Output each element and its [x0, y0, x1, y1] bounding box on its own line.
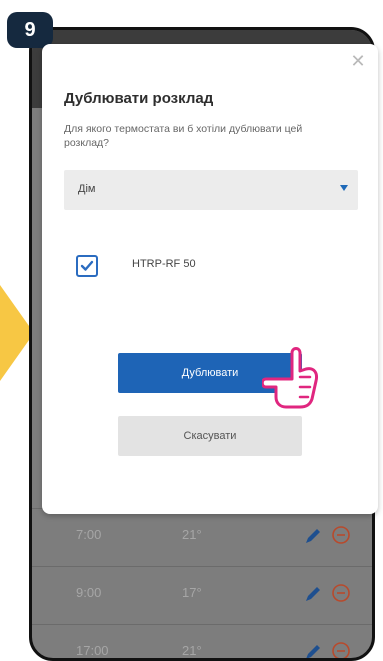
step-badge: 9	[7, 12, 53, 48]
dialog-title: Дублювати розклад	[64, 90, 214, 107]
schedule-time: 17:00	[76, 643, 109, 658]
schedule-row: 7:00 21°	[32, 508, 372, 567]
schedule-row: 9:00 17°	[32, 566, 372, 625]
schedule-temp: 21°	[182, 527, 202, 542]
schedule-row: 17:00 21°	[32, 624, 372, 661]
dialog-description: Для якого термостата ви б хотіли дублюва…	[64, 123, 303, 149]
schedule-time: 9:00	[76, 585, 102, 600]
schedule-temp: 17°	[182, 585, 202, 600]
schedule-time: 7:00	[76, 527, 102, 542]
checkmark-icon	[80, 260, 94, 271]
location-select-value: Дім	[78, 183, 96, 195]
schedule-temp: 21°	[182, 643, 202, 658]
minus-circle-icon[interactable]	[330, 524, 352, 546]
thermostat-checkbox[interactable]	[76, 255, 98, 277]
location-select[interactable]: Дім	[64, 170, 358, 210]
duplicate-schedule-dialog: ✕ Дублювати розклад Для якого термостата…	[42, 44, 378, 514]
cancel-button[interactable]: Скасувати	[118, 416, 302, 456]
thermostat-label: HTRP-RF 50	[132, 258, 196, 270]
minus-circle-icon[interactable]	[330, 582, 352, 604]
close-icon[interactable]: ✕	[349, 52, 367, 70]
pencil-icon[interactable]	[302, 641, 324, 661]
minus-circle-icon[interactable]	[330, 640, 352, 661]
pencil-icon[interactable]	[302, 583, 324, 605]
chevron-down-icon	[340, 185, 348, 191]
pointing-hand-icon	[262, 347, 318, 409]
pencil-icon[interactable]	[302, 525, 324, 547]
